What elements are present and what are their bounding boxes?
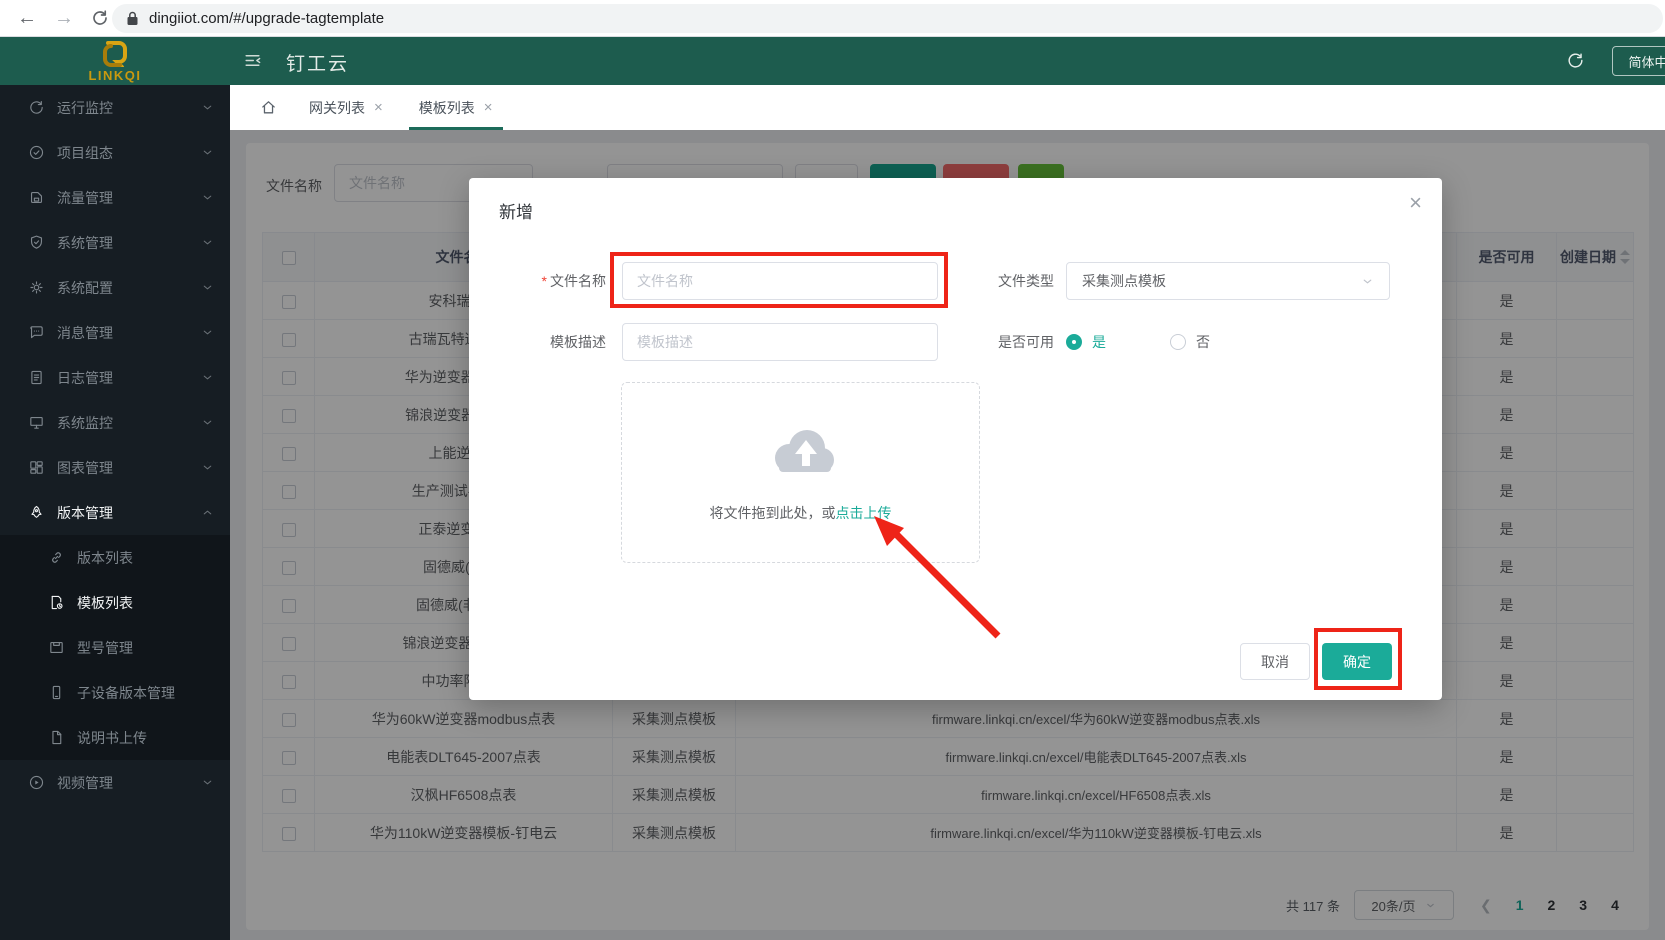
description-label: 模板描述 — [496, 323, 606, 361]
chevron-down-icon — [1361, 275, 1374, 288]
address-bar[interactable]: dingiiot.com/#/upgrade-tagtemplate — [112, 4, 1663, 33]
logo: LINKQI — [0, 38, 230, 86]
fold-icon[interactable] — [243, 51, 262, 75]
rocket-icon — [28, 504, 45, 521]
dialog-title: 新增 — [499, 198, 533, 223]
manual-icon — [48, 729, 65, 746]
tab-bar: 网关列表× 模板列表× — [230, 85, 1665, 130]
sidebar-item-系统配置[interactable]: 系统配置 — [0, 265, 230, 310]
chart-icon — [28, 459, 45, 476]
upload-hint: 将文件拖到此处，或点击上传 — [622, 503, 979, 523]
sidebar-submenu: 版本列表模板列表型号管理子设备版本管理说明书上传 — [0, 535, 230, 760]
logo-text: LINKQI — [88, 68, 141, 83]
refresh-icon — [28, 99, 45, 116]
sidebar-item-系统监控[interactable]: 系统监控 — [0, 400, 230, 445]
tab-模板列表[interactable]: 模板列表× — [415, 85, 497, 130]
sidebar-item-系统管理[interactable]: 系统管理 — [0, 220, 230, 265]
sidebar-item-图表管理[interactable]: 图表管理 — [0, 445, 230, 490]
model-icon — [48, 639, 65, 656]
reload-icon[interactable] — [91, 9, 109, 27]
confirm-button[interactable]: 确定 — [1322, 643, 1392, 680]
language-button[interactable]: 简体中 — [1612, 46, 1665, 76]
sidebar-item-模板列表[interactable]: 模板列表 — [0, 580, 230, 625]
app-header: LINKQI 钉工云 简体中 — [0, 37, 1665, 85]
chevron-down-icon — [201, 326, 214, 342]
chevron-down-icon — [201, 461, 214, 477]
sim-card-icon — [28, 189, 45, 206]
description-input[interactable] — [622, 323, 938, 361]
radio-yes-label: 是 — [1092, 332, 1106, 352]
linkqi-logo-icon — [100, 41, 130, 67]
page-title: 钉工云 — [286, 49, 349, 76]
cloud-upload-icon — [765, 423, 839, 475]
file-name-label: *文件名称 — [496, 262, 606, 300]
lock-icon — [126, 11, 139, 26]
close-icon[interactable]: × — [484, 100, 493, 115]
link-icon — [48, 549, 65, 566]
sidebar-item-消息管理[interactable]: 消息管理 — [0, 310, 230, 355]
chevron-down-icon — [201, 101, 214, 117]
available-label: 是否可用 — [944, 323, 1054, 361]
chevron-down-icon — [201, 236, 214, 252]
forward-arrow-icon[interactable]: → — [54, 8, 74, 28]
sidebar-item-流量管理[interactable]: 流量管理 — [0, 175, 230, 220]
sidebar-item-版本列表[interactable]: 版本列表 — [0, 535, 230, 580]
video-icon — [28, 774, 45, 791]
chevron-down-icon — [201, 281, 214, 297]
sidebar-item-型号管理[interactable]: 型号管理 — [0, 625, 230, 670]
monitor-icon — [28, 414, 45, 431]
file-type-label: 文件类型 — [944, 262, 1054, 300]
radio-no[interactable] — [1170, 334, 1186, 350]
browser-chrome: ← → dingiiot.com/#/upgrade-tagtemplate — [0, 0, 1665, 37]
chat-icon — [28, 324, 45, 341]
file-name-input[interactable] — [622, 262, 938, 300]
close-icon[interactable]: × — [1409, 192, 1422, 214]
back-arrow-icon[interactable]: ← — [17, 8, 37, 28]
upload-dropzone[interactable]: 将文件拖到此处，或点击上传 — [621, 382, 980, 563]
cancel-button[interactable]: 取消 — [1240, 643, 1310, 680]
upload-link[interactable]: 点击上传 — [836, 505, 892, 521]
radio-no-label: 否 — [1196, 332, 1210, 352]
tab-网关列表[interactable]: 网关列表× — [305, 85, 387, 130]
chevron-down-icon — [201, 371, 214, 387]
sidebar-item-运行监控[interactable]: 运行监控 — [0, 85, 230, 130]
available-radio-group: 是 否 — [1066, 323, 1210, 361]
shield-icon — [28, 234, 45, 251]
sidebar-item-项目组态[interactable]: 项目组态 — [0, 130, 230, 175]
chevron-down-icon — [201, 146, 214, 162]
url-text: dingiiot.com/#/upgrade-tagtemplate — [149, 10, 384, 27]
chevron-down-icon — [201, 416, 214, 432]
radio-yes[interactable] — [1066, 334, 1082, 350]
sidebar-item-版本管理[interactable]: 版本管理 — [0, 490, 230, 535]
sidebar-item-说明书上传[interactable]: 说明书上传 — [0, 715, 230, 760]
chevron-down-icon — [201, 191, 214, 207]
sidebar-item-日志管理[interactable]: 日志管理 — [0, 355, 230, 400]
device-icon — [48, 684, 65, 701]
log-icon — [28, 369, 45, 386]
chevron-down-icon — [201, 776, 214, 792]
home-icon[interactable] — [260, 99, 277, 116]
sidebar-item-子设备版本管理[interactable]: 子设备版本管理 — [0, 670, 230, 715]
gear-icon — [28, 279, 45, 296]
check-circle-icon — [28, 144, 45, 161]
close-icon[interactable]: × — [374, 100, 383, 115]
sidebar: 运行监控项目组态流量管理系统管理系统配置消息管理日志管理系统监控图表管理版本管理… — [0, 85, 230, 940]
file-type-select[interactable]: 采集测点模板 — [1066, 262, 1390, 300]
refresh-icon[interactable] — [1566, 51, 1585, 75]
add-dialog: 新增 × *文件名称 文件类型 采集测点模板 模板描述 是否可用 是 否 将文件… — [469, 178, 1442, 700]
sidebar-item-视频管理[interactable]: 视频管理 — [0, 760, 230, 805]
template-icon — [48, 594, 65, 611]
chevron-up-icon — [201, 506, 214, 522]
